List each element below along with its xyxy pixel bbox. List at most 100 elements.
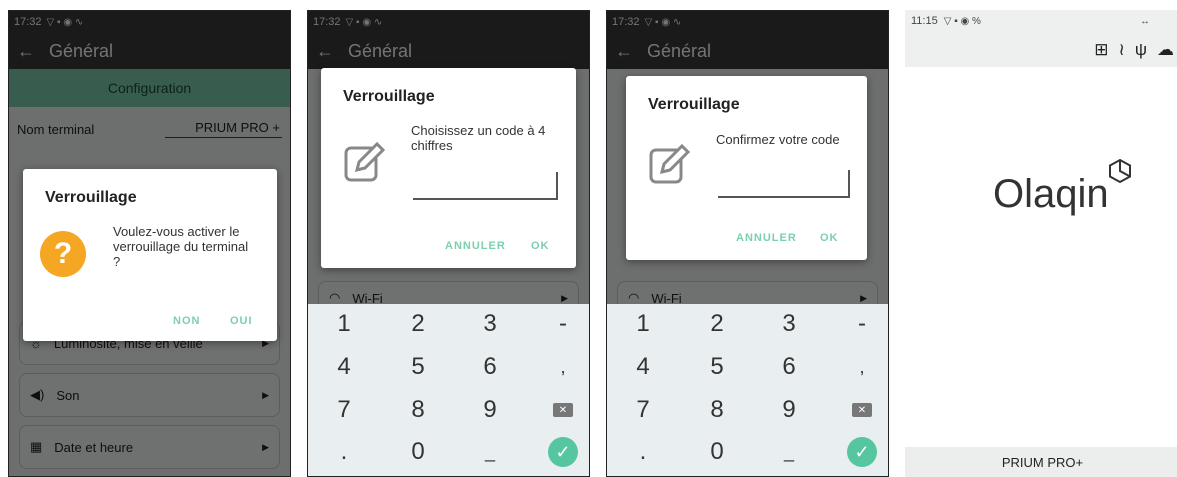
nfc-icon[interactable]: ≀ bbox=[1119, 40, 1125, 60]
key-0[interactable]: 0 bbox=[687, 432, 747, 472]
code-dialog: Verrouillage Choisissez un code à 4 chif… bbox=[321, 68, 576, 268]
key-underscore[interactable]: _ bbox=[759, 432, 819, 472]
back-arrow-icon[interactable]: ← bbox=[316, 41, 334, 62]
sound-card[interactable]: ◀) Son ▶ bbox=[19, 373, 280, 417]
confirm-key[interactable]: ✓ bbox=[832, 432, 888, 472]
dialog-message: Voulez-vous activer le verrouillage du t… bbox=[113, 224, 249, 269]
page-title: Général bbox=[348, 40, 413, 61]
app-bar: ← Général bbox=[308, 33, 589, 69]
screen-confirm-code: 17:32 ▽ ▪ ◉ ∿ ← Général ◠ Wi-Fi ▶ Verrou… bbox=[606, 10, 889, 477]
key-8[interactable]: 8 bbox=[388, 390, 448, 430]
backspace-key[interactable]: ✕ bbox=[533, 390, 589, 430]
key-7[interactable]: 7 bbox=[314, 390, 374, 430]
top-icons-bar: ⊞ ≀ ψ ☁ bbox=[905, 32, 1177, 67]
edit-icon bbox=[649, 143, 691, 184]
chevron-right-icon: ▶ bbox=[262, 389, 269, 400]
logo-text: Olaqin bbox=[993, 172, 1109, 216]
key-comma[interactable]: , bbox=[533, 347, 589, 387]
date-label: Date et heure bbox=[54, 439, 134, 455]
date-card[interactable]: ▦ Date et heure ▶ bbox=[19, 425, 280, 469]
backspace-icon: ✕ bbox=[553, 403, 573, 417]
chevron-right-icon: ▶ bbox=[860, 292, 867, 303]
numeric-keypad: 1 2 3- 4 5 6, 7 8 9 ✕. 0 _ ✓ bbox=[607, 304, 888, 476]
key-dot[interactable]: . bbox=[314, 432, 374, 472]
status-bar: 17:32 ▽ ▪ ◉ ∿ bbox=[607, 11, 888, 33]
app-bar: ← Général bbox=[607, 33, 888, 69]
chevron-right-icon: ▶ bbox=[262, 441, 269, 452]
backspace-icon: ✕ bbox=[852, 403, 872, 417]
code-input[interactable] bbox=[718, 166, 850, 198]
lock-dialog: Verrouillage ? Voulez-vous activer le ve… bbox=[23, 169, 277, 341]
ok-button[interactable]: OK bbox=[531, 240, 550, 252]
dialog-title: Verrouillage bbox=[343, 88, 435, 105]
terminal-name-field[interactable]: PRIUM PRO + bbox=[165, 120, 282, 138]
status-icons: ▽ ▪ ◉ ∿ bbox=[46, 16, 84, 28]
terminal-name-label: Nom terminal bbox=[17, 121, 95, 137]
back-arrow-icon[interactable]: ← bbox=[615, 41, 633, 62]
status-time: 17:32 bbox=[14, 16, 42, 28]
key-6[interactable]: 6 bbox=[460, 347, 520, 387]
key-minus[interactable]: - bbox=[832, 304, 888, 344]
confirm-dialog: Verrouillage Confirmez votre code ANNULE… bbox=[626, 76, 867, 260]
backspace-key[interactable]: ✕ bbox=[832, 390, 888, 430]
usb-icon[interactable]: ψ bbox=[1135, 40, 1147, 60]
key-3[interactable]: 3 bbox=[460, 304, 520, 344]
screen-home: 11:15 ▽ ▪ ◉ % ↔ ⊞ ≀ ψ ☁ Olaqin PRIUM PRO… bbox=[905, 10, 1177, 477]
status-time: 17:32 bbox=[612, 16, 640, 28]
key-2[interactable]: 2 bbox=[687, 304, 747, 344]
key-1[interactable]: 1 bbox=[314, 304, 374, 344]
status-time: 11:15 bbox=[911, 15, 938, 27]
key-4[interactable]: 4 bbox=[613, 347, 673, 387]
key-4[interactable]: 4 bbox=[314, 347, 374, 387]
page-title: Général bbox=[49, 40, 114, 61]
logo-hexagon-icon bbox=[1108, 158, 1131, 184]
check-icon: ✓ bbox=[847, 437, 877, 467]
cloud-icon[interactable]: ☁ bbox=[1157, 40, 1174, 60]
check-icon: ✓ bbox=[548, 437, 578, 467]
dialog-message: Choisissez un code à 4 chiffres bbox=[411, 123, 546, 153]
key-9[interactable]: 9 bbox=[759, 390, 819, 430]
olaqin-logo: Olaqin bbox=[993, 158, 1131, 217]
terminal-name-row: Nom terminal PRIUM PRO + bbox=[9, 107, 290, 151]
calendar-icon: ▦ bbox=[30, 439, 43, 454]
network-icon[interactable]: ⊞ bbox=[1094, 40, 1108, 60]
back-arrow-icon[interactable]: ← bbox=[17, 41, 35, 62]
volume-icon: ◀) bbox=[30, 387, 45, 402]
key-1[interactable]: 1 bbox=[613, 304, 673, 344]
status-icons: ▽ ▪ ◉ % bbox=[943, 15, 981, 27]
text-cursor bbox=[848, 170, 850, 196]
app-bar: ← Général bbox=[9, 33, 290, 69]
text-cursor bbox=[556, 172, 558, 198]
yes-button[interactable]: OUI bbox=[230, 315, 253, 327]
key-5[interactable]: 5 bbox=[388, 347, 448, 387]
key-2[interactable]: 2 bbox=[388, 304, 448, 344]
screen-activate-lock: 17:32 ▽ ▪ ◉ ∿ ← Général Configuration No… bbox=[8, 10, 291, 477]
key-underscore[interactable]: _ bbox=[460, 432, 520, 472]
screen-choose-code: 17:32 ▽ ▪ ◉ ∿ ← Général ◠ Wi-Fi ▶ Verrou… bbox=[307, 10, 590, 477]
chevron-right-icon: ▶ bbox=[561, 292, 568, 303]
key-minus[interactable]: - bbox=[533, 304, 589, 344]
key-0[interactable]: 0 bbox=[388, 432, 448, 472]
key-6[interactable]: 6 bbox=[759, 347, 819, 387]
section-header: Configuration bbox=[9, 69, 290, 107]
status-icons: ▽ ▪ ◉ ∿ bbox=[644, 16, 682, 28]
numeric-keypad: 1 2 3- 4 5 6, 7 8 9 ✕. 0 _ ✓ bbox=[308, 304, 589, 476]
key-5[interactable]: 5 bbox=[687, 347, 747, 387]
key-comma[interactable]: , bbox=[832, 347, 888, 387]
status-bar: 11:15 ▽ ▪ ◉ % ↔ bbox=[905, 10, 1177, 32]
key-7[interactable]: 7 bbox=[613, 390, 673, 430]
cancel-button[interactable]: ANNULER bbox=[736, 232, 797, 244]
key-3[interactable]: 3 bbox=[759, 304, 819, 344]
sound-label: Son bbox=[56, 387, 80, 403]
code-input[interactable] bbox=[413, 168, 558, 200]
cancel-button[interactable]: ANNULER bbox=[445, 240, 506, 252]
status-bar: 17:32 ▽ ▪ ◉ ∿ bbox=[308, 11, 589, 33]
key-dot[interactable]: . bbox=[613, 432, 673, 472]
page-title: Général bbox=[647, 40, 712, 61]
dialog-title: Verrouillage bbox=[45, 189, 137, 206]
confirm-key[interactable]: ✓ bbox=[533, 432, 589, 472]
no-button[interactable]: NON bbox=[173, 315, 200, 327]
ok-button[interactable]: OK bbox=[820, 232, 839, 244]
key-8[interactable]: 8 bbox=[687, 390, 747, 430]
key-9[interactable]: 9 bbox=[460, 390, 520, 430]
